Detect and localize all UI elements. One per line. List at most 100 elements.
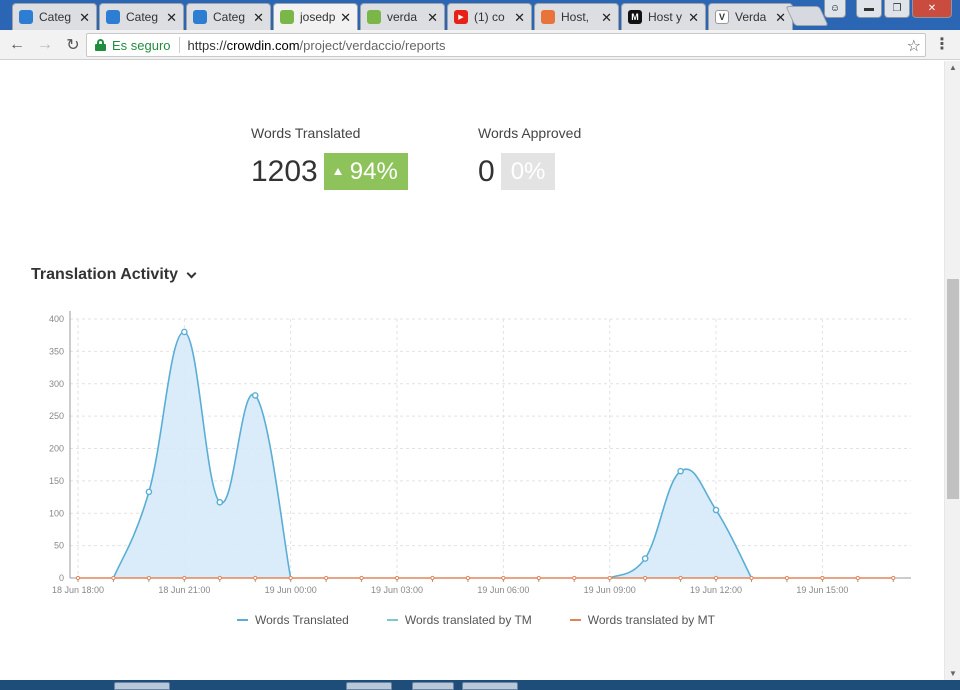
browser-tab[interactable]: Categ ✕: [99, 3, 184, 30]
minimize-button[interactable]: ▬: [856, 0, 882, 18]
tab-title: Categ: [126, 10, 159, 24]
reload-icon[interactable]: ↻: [62, 34, 84, 56]
browser-tab-strip: Categ ✕ Categ ✕ Categ ✕ josedp ✕ verda ✕ ▶ (1) co ✕ H…: [0, 0, 960, 30]
legend-item[interactable]: Words translated by TM: [386, 613, 532, 627]
legend-label: Words Translated: [255, 613, 349, 627]
crowdin-brain-icon: [193, 10, 207, 24]
tab-title: Categ: [39, 10, 72, 24]
x-tick-label: 19 Jun 00:00: [265, 585, 317, 595]
secure-label: Es seguro: [112, 37, 171, 53]
address-separator: [178, 37, 180, 53]
crowdin-brain-icon: [19, 10, 33, 24]
x-tick-label: 19 Jun 12:00: [690, 585, 742, 595]
chevron-down-icon: [186, 268, 197, 278]
tab-title: Categ: [213, 10, 246, 24]
data-point-words-translated-by-mt: [75, 575, 81, 581]
taskbar-item[interactable]: [462, 682, 518, 690]
browser-tab[interactable]: M Host y ✕: [621, 3, 706, 30]
translation-activity-dropdown[interactable]: Translation Activity: [31, 266, 197, 284]
tab-close-icon[interactable]: ✕: [688, 11, 699, 24]
data-point-words-translated-by-mt: [288, 575, 293, 581]
data-point-words-translated-by-mt: [217, 575, 222, 581]
legend-swatch: [237, 619, 248, 621]
back-arrow-icon[interactable]: ←: [6, 34, 28, 56]
x-tick-label: 19 Jun 06:00: [477, 585, 529, 595]
y-tick-label: 0: [59, 573, 64, 583]
tab-title: (1) co: [474, 10, 505, 24]
data-point-words-translated-by-mt: [784, 575, 790, 581]
tab-close-icon[interactable]: ✕: [601, 11, 612, 24]
tab-close-icon[interactable]: ✕: [253, 11, 264, 24]
data-point-words-translated-by-mt: [572, 575, 577, 581]
taskbar-item[interactable]: [114, 682, 170, 690]
tab-close-icon[interactable]: ✕: [514, 11, 525, 24]
legend-item[interactable]: Words Translated: [237, 613, 349, 627]
verdaccio-leaf-icon: [280, 10, 294, 24]
words-approved-badge: 0%: [500, 153, 556, 190]
data-point-words-translated-by-mt: [359, 575, 364, 581]
browser-tab[interactable]: josedp ✕: [273, 3, 358, 30]
legend-label: Words translated by TM: [404, 613, 532, 627]
data-point-words-translated-by-mt: [253, 575, 258, 581]
verdaccio-v-icon: V: [715, 10, 729, 24]
browser-tab[interactable]: verda ✕: [360, 3, 445, 30]
tab-title: Host y: [648, 10, 683, 24]
browser-tab[interactable]: V Verda ✕: [708, 3, 793, 30]
data-point-words-translated: [641, 555, 649, 562]
vertical-scrollbar[interactable]: ▲ ▼: [944, 61, 960, 680]
data-point-words-translated-by-mt: [465, 575, 471, 581]
y-tick-label: 100: [49, 508, 64, 518]
url-text: https://crowdin.com/project/verdaccio/re…: [188, 38, 446, 53]
data-point-words-translated-by-mt: [501, 575, 506, 581]
restore-button[interactable]: ❐: [884, 0, 910, 18]
tab-close-icon[interactable]: ✕: [79, 11, 90, 24]
host-icon: [541, 10, 555, 24]
tab-close-icon[interactable]: ✕: [340, 11, 351, 24]
youtube-icon: ▶: [454, 10, 468, 24]
data-point-words-translated-by-mt: [607, 575, 612, 581]
page-content: Words Translated 1203 94% Words Approved…: [0, 61, 944, 680]
data-point-words-translated-by-mt: [394, 575, 400, 581]
x-tick-label: 18 Jun 18:00: [52, 585, 104, 595]
crowdin-brain-icon: [106, 10, 120, 24]
url-host: crowdin.com: [226, 37, 300, 53]
forward-arrow-icon[interactable]: →: [34, 34, 56, 56]
data-point-words-translated-by-mt: [643, 575, 648, 581]
browser-tab[interactable]: Host, ✕: [534, 3, 619, 30]
bookmark-star-icon[interactable]: ☆: [907, 36, 921, 56]
words-approved-percent: 0%: [510, 157, 546, 185]
user-profile-icon[interactable]: ☺: [824, 0, 846, 18]
data-point-words-translated-by-mt: [536, 575, 541, 581]
scroll-down-icon[interactable]: ▼: [949, 669, 957, 678]
scrollbar-thumb[interactable]: [947, 279, 959, 499]
window-close-button[interactable]: ✕: [912, 0, 952, 18]
legend-item[interactable]: Words translated by MT: [569, 613, 715, 627]
browser-menu-icon[interactable]: ⋮: [934, 34, 950, 54]
scroll-up-icon[interactable]: ▲: [949, 63, 957, 72]
x-tick-label: 19 Jun 15:00: [796, 585, 848, 595]
x-tick-label: 19 Jun 03:00: [371, 585, 423, 595]
url-scheme: https://: [187, 37, 227, 53]
data-point-words-translated-by-mt: [749, 575, 754, 581]
tab-close-icon[interactable]: ✕: [427, 11, 438, 24]
words-approved-value: 0: [478, 154, 495, 188]
data-point-words-translated-by-mt: [820, 575, 825, 581]
taskbar-item[interactable]: [346, 682, 392, 690]
browser-tab[interactable]: Categ ✕: [12, 3, 97, 30]
data-point-words-translated: [251, 392, 259, 399]
data-point-words-translated: [712, 506, 720, 514]
browser-tab[interactable]: ▶ (1) co ✕: [447, 3, 532, 30]
data-point-words-translated-by-mt: [146, 575, 151, 581]
data-point-words-translated-by-mt: [182, 575, 187, 581]
legend-swatch: [569, 619, 581, 621]
data-point-words-translated: [677, 467, 684, 475]
browser-tab[interactable]: Categ ✕: [186, 3, 271, 30]
legend-label: Words translated by MT: [587, 613, 715, 627]
taskbar-item[interactable]: [412, 682, 454, 690]
y-tick-label: 350: [49, 346, 64, 356]
tab-close-icon[interactable]: ✕: [166, 11, 177, 24]
y-tick-label: 250: [49, 411, 64, 421]
y-tick-label: 400: [49, 314, 64, 324]
address-bar[interactable]: Es seguro https://crowdin.com/project/ve…: [86, 33, 926, 57]
tab-close-icon[interactable]: ✕: [775, 11, 786, 24]
